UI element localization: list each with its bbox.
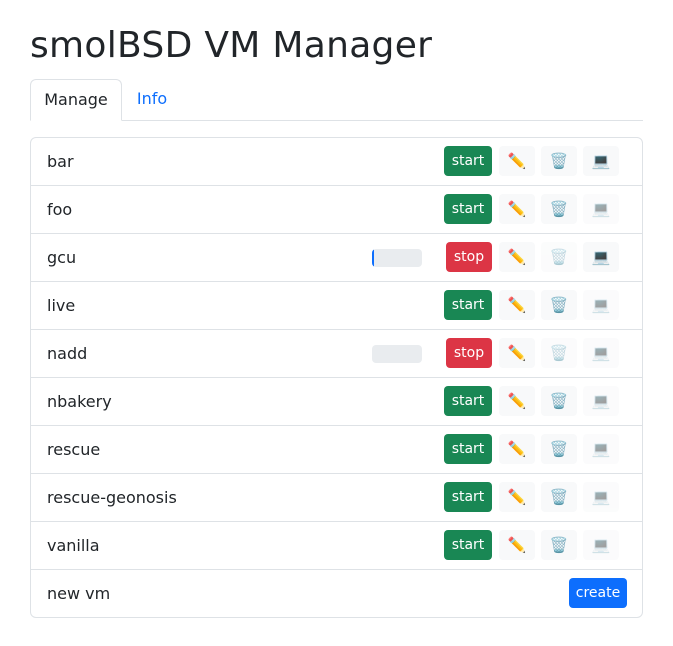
start-button[interactable]: start [444,194,492,224]
new-vm-label: new vm [47,584,111,603]
trash-icon: 🗑️ [549,536,569,554]
delete-button[interactable]: 🗑️ [541,338,577,368]
vm-name: vanilla [47,536,100,555]
edit-button[interactable]: ✏️ [499,290,535,320]
vm-row: vanilla start ✏️ 🗑️ 💻 [31,522,642,570]
vm-progress-bar [372,345,422,363]
laptop-icon: 💻 [591,248,611,266]
laptop-icon: 💻 [591,200,611,218]
vm-name: rescue [47,440,101,459]
console-button[interactable]: 💻 [583,434,619,464]
laptop-icon: 💻 [591,296,611,314]
start-button[interactable]: start [444,482,492,512]
pencil-icon: ✏️ [507,200,527,218]
vm-name: live [47,296,76,315]
delete-button[interactable]: 🗑️ [541,434,577,464]
trash-icon: 🗑️ [549,296,569,314]
delete-button[interactable]: 🗑️ [541,386,577,416]
edit-button[interactable]: ✏️ [499,386,535,416]
vm-name: foo [47,200,73,219]
delete-button[interactable]: 🗑️ [541,242,577,272]
start-button[interactable]: start [444,434,492,464]
console-button[interactable]: 💻 [583,194,619,224]
edit-button[interactable]: ✏️ [499,146,535,176]
create-button[interactable]: create [569,578,627,608]
console-button[interactable]: 💻 [583,242,619,272]
trash-icon: 🗑️ [549,440,569,458]
laptop-icon: 💻 [591,440,611,458]
vm-row: live start ✏️ 🗑️ 💻 [31,282,642,330]
pencil-icon: ✏️ [507,536,527,554]
tab-info[interactable]: Info [122,79,182,121]
delete-button[interactable]: 🗑️ [541,530,577,560]
console-button[interactable]: 💻 [583,530,619,560]
delete-button[interactable]: 🗑️ [541,194,577,224]
vm-row: rescue start ✏️ 🗑️ 💻 [31,426,642,474]
vm-row: rescue-geonosis start ✏️ 🗑️ 💻 [31,474,642,522]
vm-row: nbakery start ✏️ 🗑️ 💻 [31,378,642,426]
vm-row: foo start ✏️ 🗑️ 💻 [31,186,642,234]
start-button[interactable]: start [444,530,492,560]
pencil-icon: ✏️ [507,392,527,410]
edit-button[interactable]: ✏️ [499,530,535,560]
laptop-icon: 💻 [591,152,611,170]
vm-list: bar start ✏️ 🗑️ 💻 foo start ✏️ 🗑️ 💻 gcu stop ✏️ 🗑️ 💻 li… [30,137,643,618]
vm-progress-bar [372,249,422,267]
laptop-icon: 💻 [591,536,611,554]
vm-row: bar start ✏️ 🗑️ 💻 [31,138,642,186]
delete-button[interactable]: 🗑️ [541,482,577,512]
pencil-icon: ✏️ [507,440,527,458]
stop-button[interactable]: stop [446,242,492,272]
trash-icon: 🗑️ [549,152,569,170]
vm-name: nbakery [47,392,112,411]
trash-icon: 🗑️ [549,200,569,218]
vm-row: nadd stop ✏️ 🗑️ 💻 [31,330,642,378]
console-button[interactable]: 💻 [583,290,619,320]
vm-name: nadd [47,344,88,363]
pencil-icon: ✏️ [507,296,527,314]
vm-row: gcu stop ✏️ 🗑️ 💻 [31,234,642,282]
laptop-icon: 💻 [591,488,611,506]
trash-icon: 🗑️ [549,248,569,266]
trash-icon: 🗑️ [549,344,569,362]
trash-icon: 🗑️ [549,392,569,410]
delete-button[interactable]: 🗑️ [541,290,577,320]
tab-manage[interactable]: Manage [30,79,122,121]
edit-button[interactable]: ✏️ [499,242,535,272]
vm-name: bar [47,152,74,171]
console-button[interactable]: 💻 [583,386,619,416]
console-button[interactable]: 💻 [583,146,619,176]
stop-button[interactable]: stop [446,338,492,368]
console-button[interactable]: 💻 [583,482,619,512]
delete-button[interactable]: 🗑️ [541,146,577,176]
vm-name: gcu [47,248,77,267]
start-button[interactable]: start [444,386,492,416]
vm-progress-fill [372,249,374,267]
pencil-icon: ✏️ [507,248,527,266]
vm-name: rescue-geonosis [47,488,177,507]
edit-button[interactable]: ✏️ [499,194,535,224]
edit-button[interactable]: ✏️ [499,434,535,464]
start-button[interactable]: start [444,290,492,320]
pencil-icon: ✏️ [507,344,527,362]
pencil-icon: ✏️ [507,152,527,170]
edit-button[interactable]: ✏️ [499,482,535,512]
laptop-icon: 💻 [591,392,611,410]
page-title: smolBSD VM Manager [30,25,433,66]
start-button[interactable]: start [444,146,492,176]
laptop-icon: 💻 [591,344,611,362]
new-vm-row: new vm create [31,570,642,617]
tab-bar: Manage Info [30,79,643,121]
pencil-icon: ✏️ [507,488,527,506]
console-button[interactable]: 💻 [583,338,619,368]
trash-icon: 🗑️ [549,488,569,506]
edit-button[interactable]: ✏️ [499,338,535,368]
